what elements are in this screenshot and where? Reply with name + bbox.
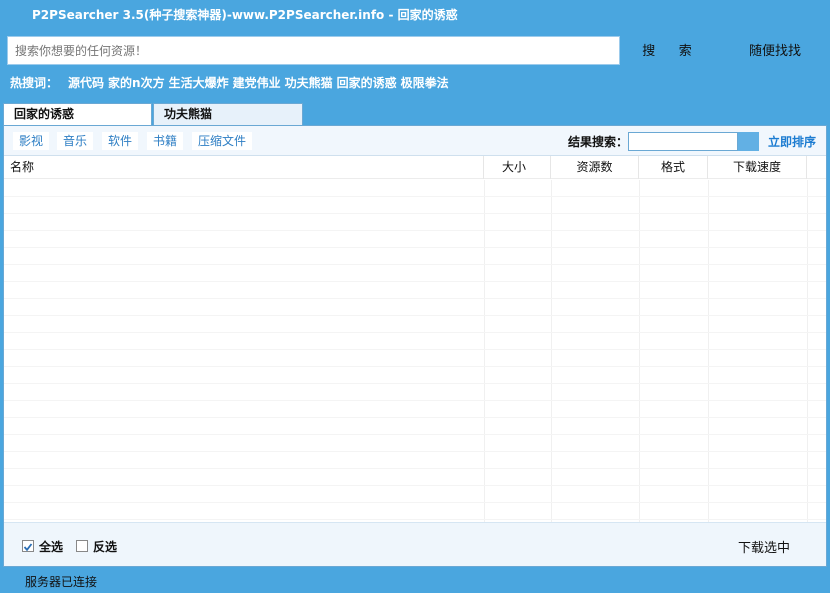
table-row	[4, 367, 826, 384]
download-selected-button[interactable]: 下载选中	[738, 537, 790, 556]
category-movies[interactable]: 影视	[13, 132, 49, 150]
hot-keyword-link[interactable]: 家的n次方	[108, 74, 165, 91]
table-row	[4, 418, 826, 435]
table-row	[4, 401, 826, 418]
hot-keywords-bar: 热搜词： 源代码 家的n次方 生活大爆炸 建党伟业 功夫熊猫 回家的诱惑 极限拳…	[10, 73, 453, 91]
hot-keywords-label: 热搜词：	[10, 75, 59, 90]
table-row	[4, 231, 826, 248]
tab-inactive[interactable]: 功夫熊猫	[153, 103, 303, 125]
table-row	[4, 435, 826, 452]
table-header: 名称 大小 资源数 格式 下载速度	[4, 156, 826, 179]
result-search-label: 结果搜索：	[568, 135, 629, 149]
table-row	[4, 248, 826, 265]
random-search-button[interactable]: 随便找找	[735, 38, 815, 64]
column-size[interactable]: 大小	[484, 156, 551, 179]
selection-bar: 全选 反选 下载选中	[4, 522, 826, 566]
category-archives[interactable]: 压缩文件	[192, 132, 252, 150]
connection-status: 服务器已连接	[25, 575, 98, 589]
hot-keyword-link[interactable]: 生活大爆炸	[169, 74, 229, 91]
hot-keyword-link[interactable]: 功夫熊猫	[285, 74, 333, 91]
results-panel: 影视 音乐 软件 书籍 压缩文件 结果搜索： 立即排序 名称 大小 资源数 格式…	[3, 125, 827, 567]
hot-keyword-link[interactable]: 极限拳法	[401, 74, 449, 91]
table-row	[4, 214, 826, 231]
table-row	[4, 299, 826, 316]
table-row	[4, 469, 826, 486]
table-row	[4, 350, 826, 367]
column-name[interactable]: 名称	[4, 156, 484, 179]
table-row	[4, 197, 826, 214]
table-row	[4, 486, 826, 503]
table-row	[4, 452, 826, 469]
select-all-label[interactable]: 全选	[39, 538, 63, 555]
tab-label: 功夫熊猫	[164, 107, 213, 121]
hot-keyword-link[interactable]: 源代码	[68, 74, 104, 91]
table-row	[4, 316, 826, 333]
category-music[interactable]: 音乐	[57, 132, 93, 150]
category-filter-bar: 影视 音乐 软件 书籍 压缩文件 结果搜索： 立即排序	[4, 126, 826, 156]
invert-selection-checkbox[interactable]	[76, 540, 88, 552]
search-button[interactable]: 搜 索	[636, 38, 708, 64]
select-all-checkbox[interactable]	[22, 540, 34, 552]
column-download-speed[interactable]: 下载速度	[708, 156, 807, 179]
hot-keyword-link[interactable]: 回家的诱惑	[337, 74, 397, 91]
hot-keyword-link[interactable]: 建党伟业	[233, 74, 281, 91]
window-title: P2PSearcher 3.5(种子搜索神器)-www.P2PSearcher.…	[32, 8, 458, 22]
search-input[interactable]	[7, 36, 620, 65]
tab-active[interactable]: 回家的诱惑	[3, 103, 152, 125]
table-row	[4, 282, 826, 299]
results-table-body[interactable]	[4, 180, 826, 522]
table-row	[4, 180, 826, 197]
title-bar[interactable]: P2PSearcher 3.5(种子搜索神器)-www.P2PSearcher.…	[0, 0, 830, 28]
category-books[interactable]: 书籍	[147, 132, 183, 150]
table-row	[4, 265, 826, 282]
result-search-dropdown[interactable]	[738, 132, 759, 151]
table-row	[4, 503, 826, 520]
table-row	[4, 384, 826, 401]
app-window: P2PSearcher 3.5(种子搜索神器)-www.P2PSearcher.…	[0, 0, 830, 593]
check-icon	[23, 543, 33, 552]
tab-label: 回家的诱惑	[14, 107, 75, 121]
status-bar: 服务器已连接	[0, 568, 830, 593]
column-source-count[interactable]: 资源数	[551, 156, 639, 179]
column-format[interactable]: 格式	[639, 156, 708, 179]
invert-selection-label[interactable]: 反选	[93, 538, 117, 555]
sort-now-button[interactable]: 立即排序	[768, 133, 816, 150]
result-search-input[interactable]	[628, 132, 738, 151]
table-row	[4, 333, 826, 350]
category-software[interactable]: 软件	[102, 132, 138, 150]
